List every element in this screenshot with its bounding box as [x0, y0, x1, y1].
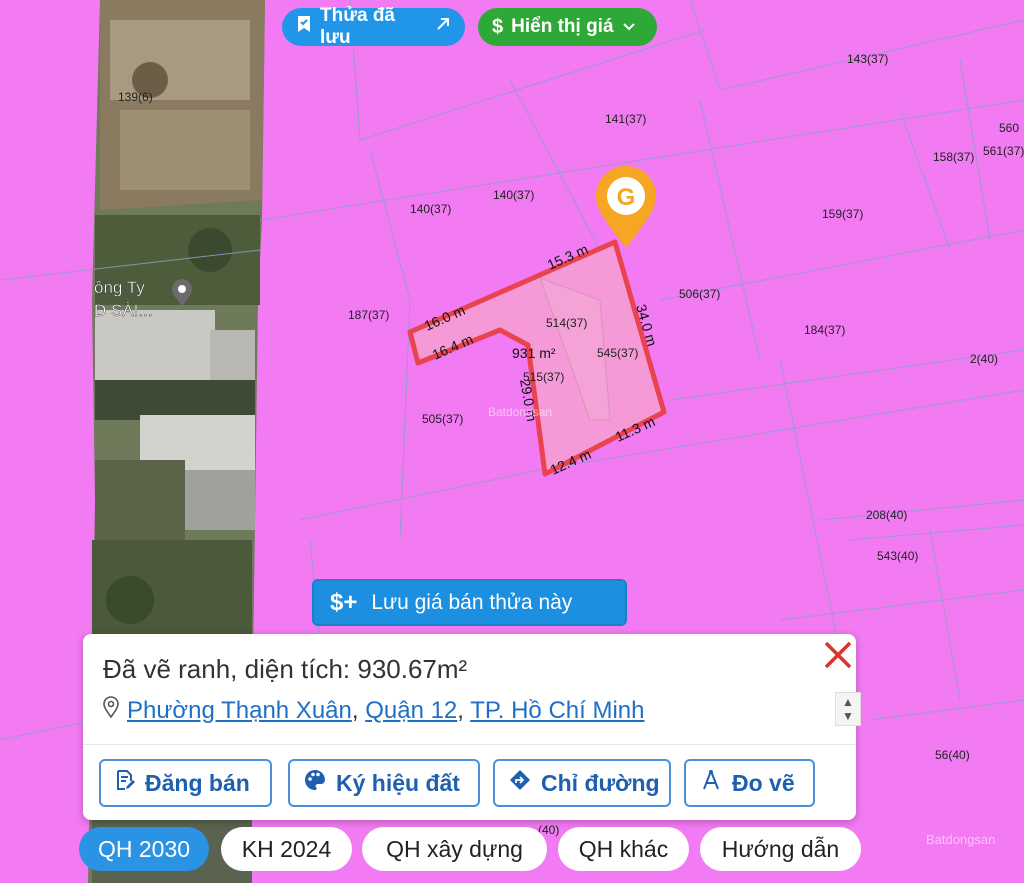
show-price-label: Hiển thị giá — [511, 16, 614, 37]
directions-icon — [509, 769, 531, 797]
parcel-label: 514(37) — [546, 316, 587, 330]
save-sale-price-button[interactable]: $+ Lưu giá bán thửa này — [312, 579, 627, 626]
directions-label: Chỉ đường — [541, 769, 660, 796]
watermark-text: Batdongsan — [488, 405, 552, 419]
palette-icon — [304, 769, 326, 797]
poi-label: ông Ty — [94, 278, 145, 297]
layer-qh-2030[interactable]: QH 2030 — [79, 827, 209, 871]
ward-link[interactable]: Phường Thạnh Xuân — [127, 697, 352, 724]
watermark-text: Batdongsan — [926, 832, 995, 847]
saved-parcels-button[interactable]: Thửa đã lưu — [282, 5, 465, 48]
district-link[interactable]: Quận 12 — [365, 697, 457, 724]
layer-guide[interactable]: Hướng dẫn — [700, 827, 861, 871]
parcel-label: 143(37) — [847, 52, 888, 66]
scroll-spinner[interactable]: ▲ ▼ — [835, 692, 861, 726]
parcel-label: 543(40) — [877, 549, 918, 563]
dollar-icon: $ — [492, 15, 504, 38]
poi-label: D SÀI... — [94, 301, 153, 320]
parcel-label: 56(40) — [935, 748, 970, 762]
marker-letter: G — [617, 184, 636, 211]
bookmark-icon — [296, 15, 312, 39]
parcel-address: Phường Thạnh Xuân, Quận 12, TP. Hồ Chí M… — [103, 696, 644, 725]
parcel-label: 140(37) — [493, 188, 534, 202]
chevron-down-icon — [622, 16, 636, 38]
address-separator: , — [351, 696, 359, 724]
save-sale-price-label: Lưu giá bán thửa này — [371, 590, 573, 614]
parcel-label: 141(37) — [605, 112, 646, 126]
location-pin-icon — [103, 696, 119, 725]
parcel-label: 158(37) — [933, 150, 974, 164]
arrow-up-right-icon — [435, 16, 451, 38]
parcel-label: 505(37) — [422, 412, 463, 426]
land-symbol-label: Ký hiệu đất — [336, 769, 460, 796]
saved-parcels-label: Thửa đã lưu — [320, 5, 395, 48]
layer-qh-other[interactable]: QH khác — [558, 827, 689, 871]
parcel-label: 159(37) — [822, 207, 863, 221]
land-symbol-button[interactable]: Ký hiệu đất — [288, 759, 480, 807]
divider — [83, 744, 856, 745]
city-link[interactable]: TP. Hồ Chí Minh — [470, 697, 644, 724]
parcel-label: 506(37) — [679, 287, 720, 301]
parcel-label: 2(40) — [970, 352, 998, 366]
parcel-area-title: Đã vẽ ranh, diện tích: 930.67m² — [103, 654, 468, 684]
parcel-label: 140(37) — [410, 202, 451, 216]
parcel-info-panel: Đã vẽ ranh, diện tích: 930.67m² Phường T… — [83, 634, 861, 820]
parcel-area-label: 931 m² — [512, 345, 556, 361]
measure-icon — [700, 769, 722, 797]
parcel-label: 560 — [999, 121, 1019, 135]
measure-draw-label: Đo vẽ — [732, 769, 795, 796]
layer-kh-2024[interactable]: KH 2024 — [221, 827, 352, 871]
close-icon[interactable] — [821, 638, 855, 672]
parcel-label: 561(37) — [983, 144, 1024, 158]
post-for-sale-label: Đăng bán — [145, 769, 250, 796]
show-price-dropdown[interactable]: $ Hiển thị giá — [478, 8, 657, 46]
measure-draw-button[interactable]: Đo vẽ — [684, 759, 815, 807]
caret-up-icon[interactable]: ▲ — [842, 695, 854, 709]
caret-down-icon[interactable]: ▼ — [842, 709, 854, 723]
directions-button[interactable]: Chỉ đường — [493, 759, 671, 807]
dollar-plus-icon: $+ — [330, 588, 358, 616]
parcel-label: 139(6) — [118, 90, 153, 104]
layer-qh-construction[interactable]: QH xây dựng — [362, 827, 547, 871]
parcel-label: 184(37) — [804, 323, 845, 337]
parcel-label: 545(37) — [597, 346, 638, 360]
address-separator: , — [457, 696, 464, 724]
parcel-label: 208(40) — [866, 508, 907, 522]
parcel-label: 187(37) — [348, 308, 389, 322]
edit-document-icon — [115, 769, 135, 797]
post-for-sale-button[interactable]: Đăng bán — [99, 759, 272, 807]
